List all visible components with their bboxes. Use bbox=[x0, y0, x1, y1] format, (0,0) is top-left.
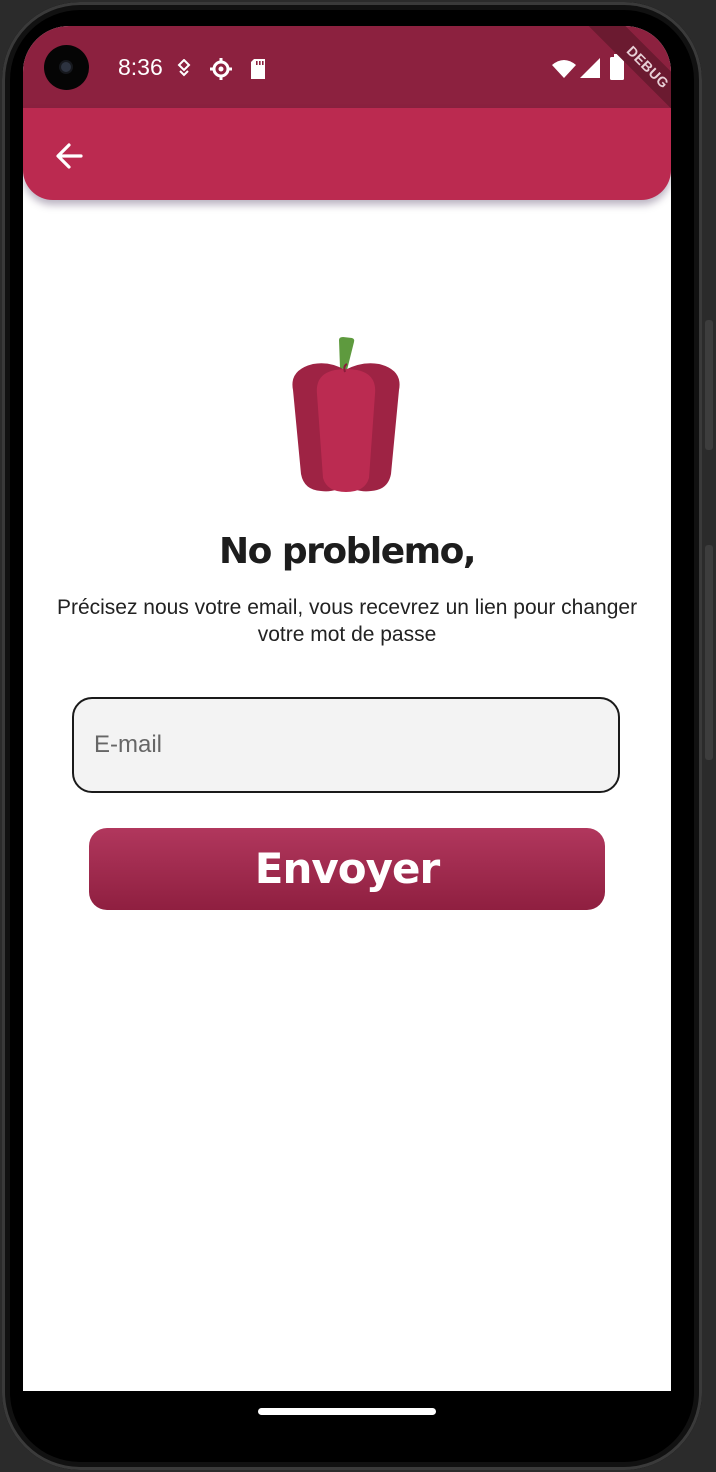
back-button[interactable] bbox=[47, 134, 91, 178]
settings-gear-icon bbox=[210, 58, 232, 80]
page-title: No problemo, bbox=[218, 531, 477, 572]
email-input[interactable] bbox=[74, 699, 618, 791]
sd-card-icon bbox=[251, 59, 265, 79]
home-indicator[interactable] bbox=[258, 1408, 436, 1415]
email-field[interactable] bbox=[72, 697, 620, 793]
arrow-left-icon bbox=[56, 143, 83, 169]
bell-pepper-icon bbox=[292, 337, 400, 492]
camera-lens bbox=[61, 62, 71, 72]
wifi-icon bbox=[552, 60, 576, 78]
cell-signal-icon bbox=[580, 58, 600, 78]
front-camera bbox=[44, 45, 89, 90]
app-bar bbox=[23, 108, 671, 200]
status-time: 8:36 bbox=[118, 54, 163, 80]
phone-device: 8:36 DEBUG No problemo, Précisez nous vo… bbox=[0, 0, 716, 1472]
page-subtitle: Précisez nous votre email, vous recevrez… bbox=[56, 596, 638, 646]
screen: 8:36 DEBUG No problemo, Précisez nous vo… bbox=[23, 26, 671, 1391]
status-bar: 8:36 DEBUG bbox=[23, 26, 671, 130]
power-button bbox=[705, 320, 713, 450]
location-pin-icon bbox=[177, 59, 191, 77]
send-button[interactable]: Envoyer bbox=[89, 828, 605, 910]
volume-button bbox=[705, 545, 713, 760]
